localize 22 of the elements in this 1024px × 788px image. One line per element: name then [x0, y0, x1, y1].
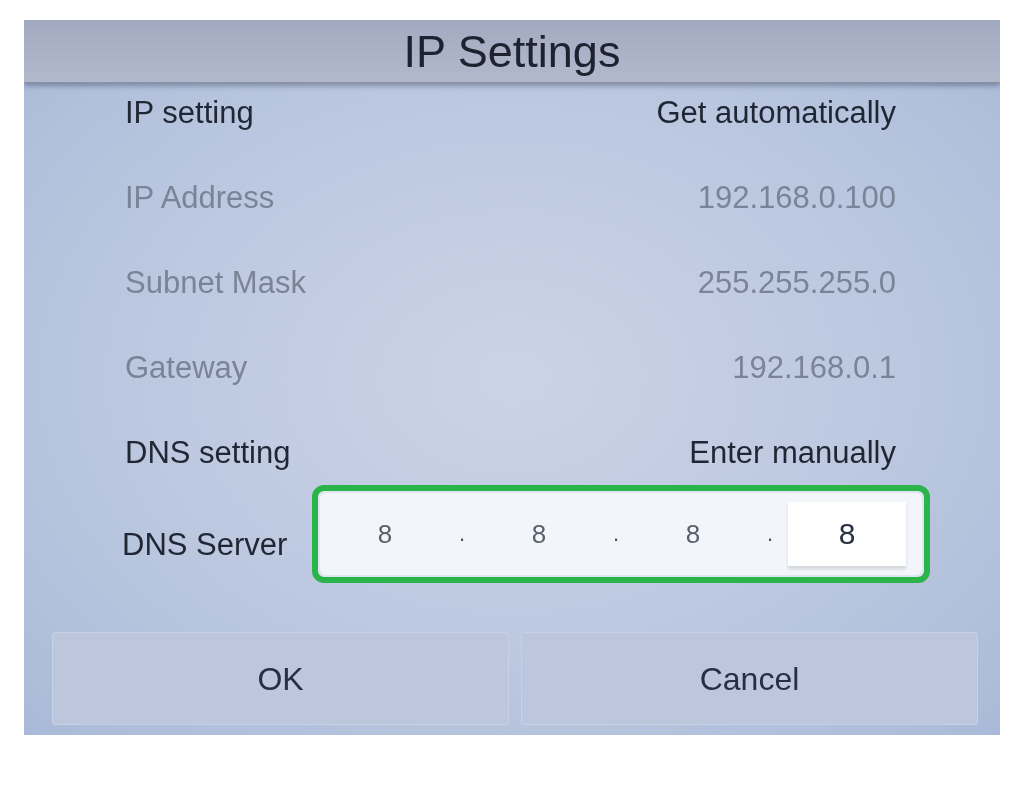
- setting-label: DNS Server: [122, 529, 289, 560]
- setting-value: 192.168.0.100: [697, 182, 896, 213]
- octet-separator: .: [457, 523, 467, 545]
- ip-octet-field[interactable]: 8: [480, 502, 598, 566]
- octet-separator: .: [765, 523, 775, 545]
- ip-address-field[interactable]: 8 . 8 . 8 . 8: [320, 493, 922, 575]
- setting-value[interactable]: Get automatically: [656, 97, 896, 128]
- dialog-title: IP Settings: [403, 28, 621, 74]
- setting-value[interactable]: Enter manually: [689, 437, 896, 468]
- setting-label: Subnet Mask: [125, 267, 306, 298]
- octet-separator: .: [611, 523, 621, 545]
- setting-value: 192.168.0.1: [732, 352, 896, 383]
- dialog-button[interactable]: Cancel: [521, 632, 978, 725]
- setting-label: IP setting: [125, 97, 254, 128]
- ip-octet-field[interactable]: 8: [788, 502, 906, 566]
- setting-label: IP Address: [125, 182, 275, 213]
- setting-label: Gateway: [125, 352, 248, 383]
- setting-value: 255.255.255.0: [697, 267, 896, 298]
- ip-octet-field[interactable]: 8: [326, 502, 444, 566]
- dialog-button[interactable]: OK: [52, 632, 509, 725]
- setting-label: DNS setting: [125, 437, 291, 468]
- ip-octet-field[interactable]: 8: [634, 502, 752, 566]
